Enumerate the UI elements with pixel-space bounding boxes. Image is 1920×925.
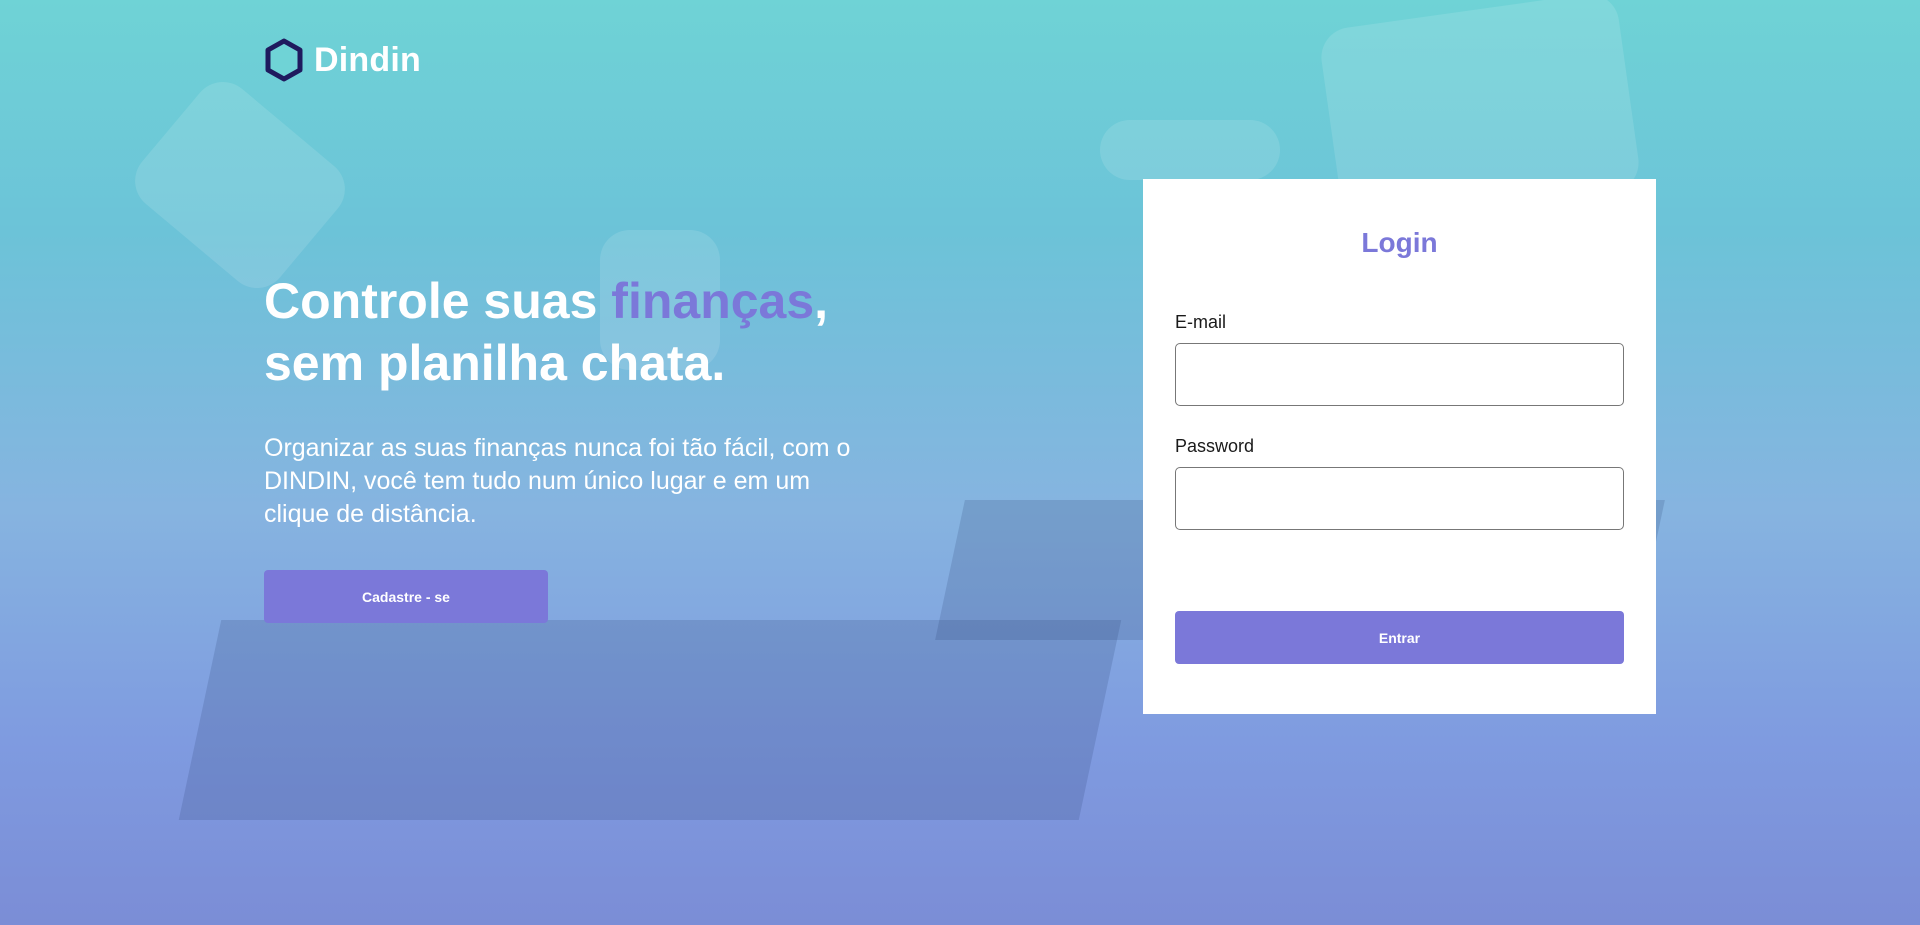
hero-section: Controle suas finanças, sem planilha chat… xyxy=(264,270,884,531)
headline-accent: finanças xyxy=(611,273,815,329)
brand-logo[interactable]: Dindin xyxy=(264,38,421,82)
signup-button[interactable]: Cadastre - se xyxy=(264,570,548,623)
login-title: Login xyxy=(1361,227,1438,258)
hero-subtext: Organizar as suas finanças nunca foi tão… xyxy=(264,434,851,528)
login-card: Login E-mail Password Entrar xyxy=(1143,179,1656,714)
headline-text: Controle suas xyxy=(264,273,612,329)
headline-comma: , xyxy=(814,273,829,329)
email-label: E-mail xyxy=(1175,312,1227,332)
password-field[interactable] xyxy=(1175,467,1624,530)
login-submit-button[interactable]: Entrar xyxy=(1175,611,1624,664)
headline-line2: sem planilha chata. xyxy=(264,335,726,391)
brand-name: Dindin xyxy=(314,40,421,79)
hero-headline: Controle suas finanças, sem planilha chat… xyxy=(264,270,884,394)
hexagon-logo-icon xyxy=(264,38,304,82)
email-field[interactable] xyxy=(1175,343,1624,406)
password-label: Password xyxy=(1175,436,1255,456)
